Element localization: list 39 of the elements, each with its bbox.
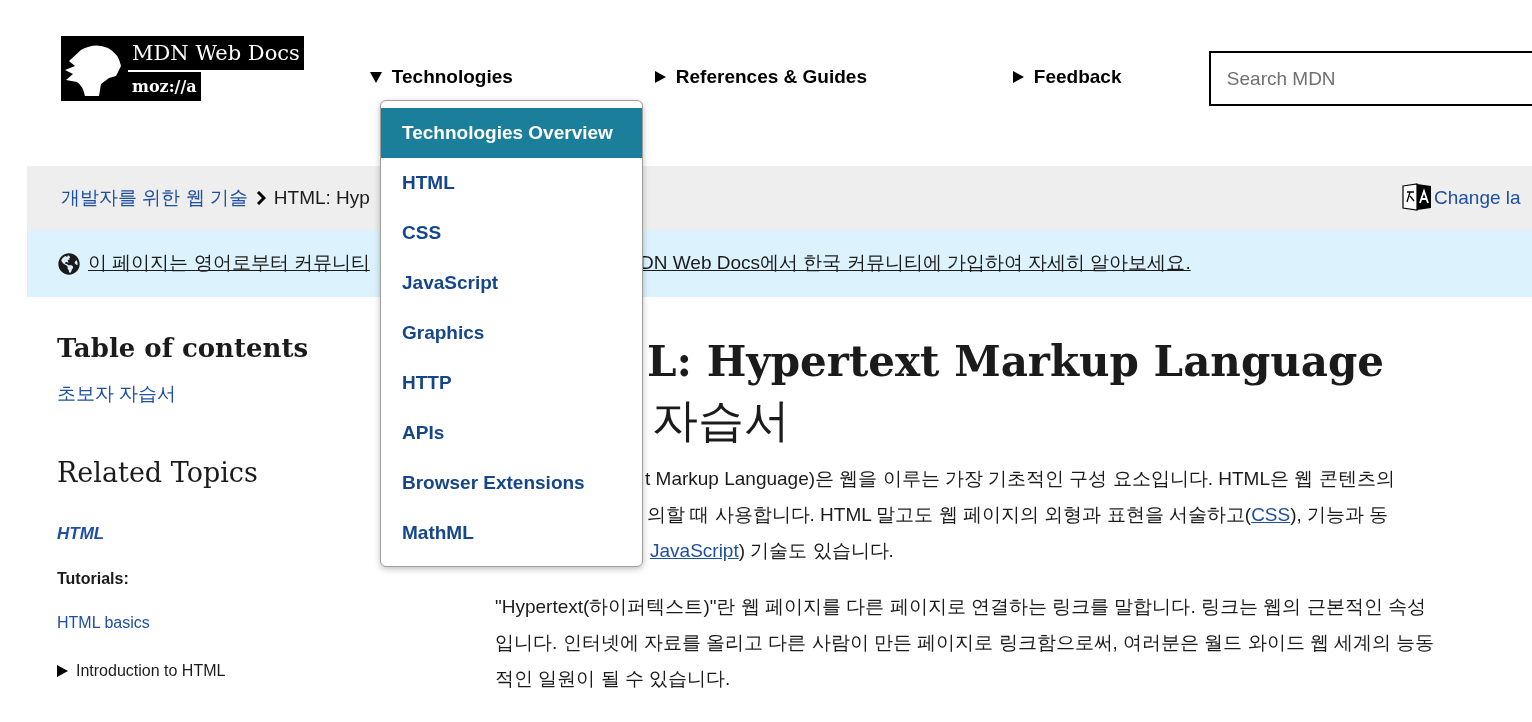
search-field[interactable]: Search MDN xyxy=(1208,51,1532,106)
dropdown-item[interactable]: APIs xyxy=(381,408,642,458)
dropdown-item[interactable]: JavaScript xyxy=(381,258,642,308)
collapsed-triangle-icon xyxy=(1012,71,1024,84)
paragraph: "Hypertext(하이퍼텍스트)"란 웹 페이지를 다른 페이지로 연결하는 링크를 말합니다. 링크는 웹의 근본적인 속성입니다. 인터넷에 자료를 올리고 다른 사람이 만든 페이지로 링크함으로써, 여러분은 월드 와이드 웹 세계의 능동적인 일원이 될 수 있습니다. xyxy=(495,595,1436,691)
dropdown-item[interactable]: HTTP xyxy=(381,358,642,408)
expanded-triangle-icon xyxy=(369,71,382,83)
toc-title: Table of contents xyxy=(57,332,309,365)
sidebar-label: Tutorials: xyxy=(57,568,130,589)
nav-menu-button[interactable]: References & Guides xyxy=(654,63,1013,92)
change-language-link[interactable]: Change la xyxy=(1434,183,1521,213)
page-title: 자습서 xyxy=(652,392,790,449)
breadcrumb-link[interactable]: 개발자를 위한 웹 기술 xyxy=(61,183,248,213)
logo-subtitle: moz://a xyxy=(128,72,201,101)
collapsed-triangle-icon xyxy=(57,664,68,677)
paragraph-line: t Markup Language)은 웹을 이루는 가장 기초적인 구성 요소입니다. HTML은 웹 콘텐츠의 xyxy=(645,467,1395,491)
page-title: L: Hypertext Markup Language xyxy=(647,336,1385,388)
dropdown-item[interactable]: Browser Extensions xyxy=(381,458,642,508)
dropdown-item[interactable]: Graphics xyxy=(381,308,642,358)
chevron-right-icon xyxy=(255,191,266,205)
sidebar-link[interactable]: HTML basics xyxy=(57,610,495,635)
dropdown-item[interactable]: HTML xyxy=(381,158,642,208)
globe-icon xyxy=(58,252,80,275)
logo-title: MDN Web Docs xyxy=(128,36,304,70)
sidebar-group[interactable]: Introduction to HTML xyxy=(76,658,226,683)
text-link[interactable]: JavaScript xyxy=(650,540,739,561)
dropdown-item[interactable]: CSS xyxy=(381,208,642,258)
related-topics-title: Related Topics xyxy=(57,455,258,490)
nav-menu-button[interactable]: Feedback xyxy=(1012,63,1201,92)
paragraph-line: 의할 때 사용합니다. HTML 말고도 웹 페이지의 외형과 표현을 서술하고(CSS), 기능과 동 xyxy=(647,503,1389,527)
toc-link[interactable]: 초보자 자습서 xyxy=(57,380,177,409)
breadcrumb-current: HTML: Hyp xyxy=(273,185,370,210)
mdn-logo[interactable]: MDN Web Docs moz://a xyxy=(61,36,304,101)
paragraph-line: JavaScript) 기술도 있습니다. xyxy=(650,539,894,563)
nav-menu-button[interactable]: Technologies xyxy=(369,63,655,92)
dropdown-item[interactable]: Technologies Overview xyxy=(381,108,642,158)
collapsed-triangle-icon xyxy=(654,71,666,84)
translate-icon xyxy=(1402,182,1432,214)
dropdown-item[interactable]: MathML xyxy=(381,508,642,558)
